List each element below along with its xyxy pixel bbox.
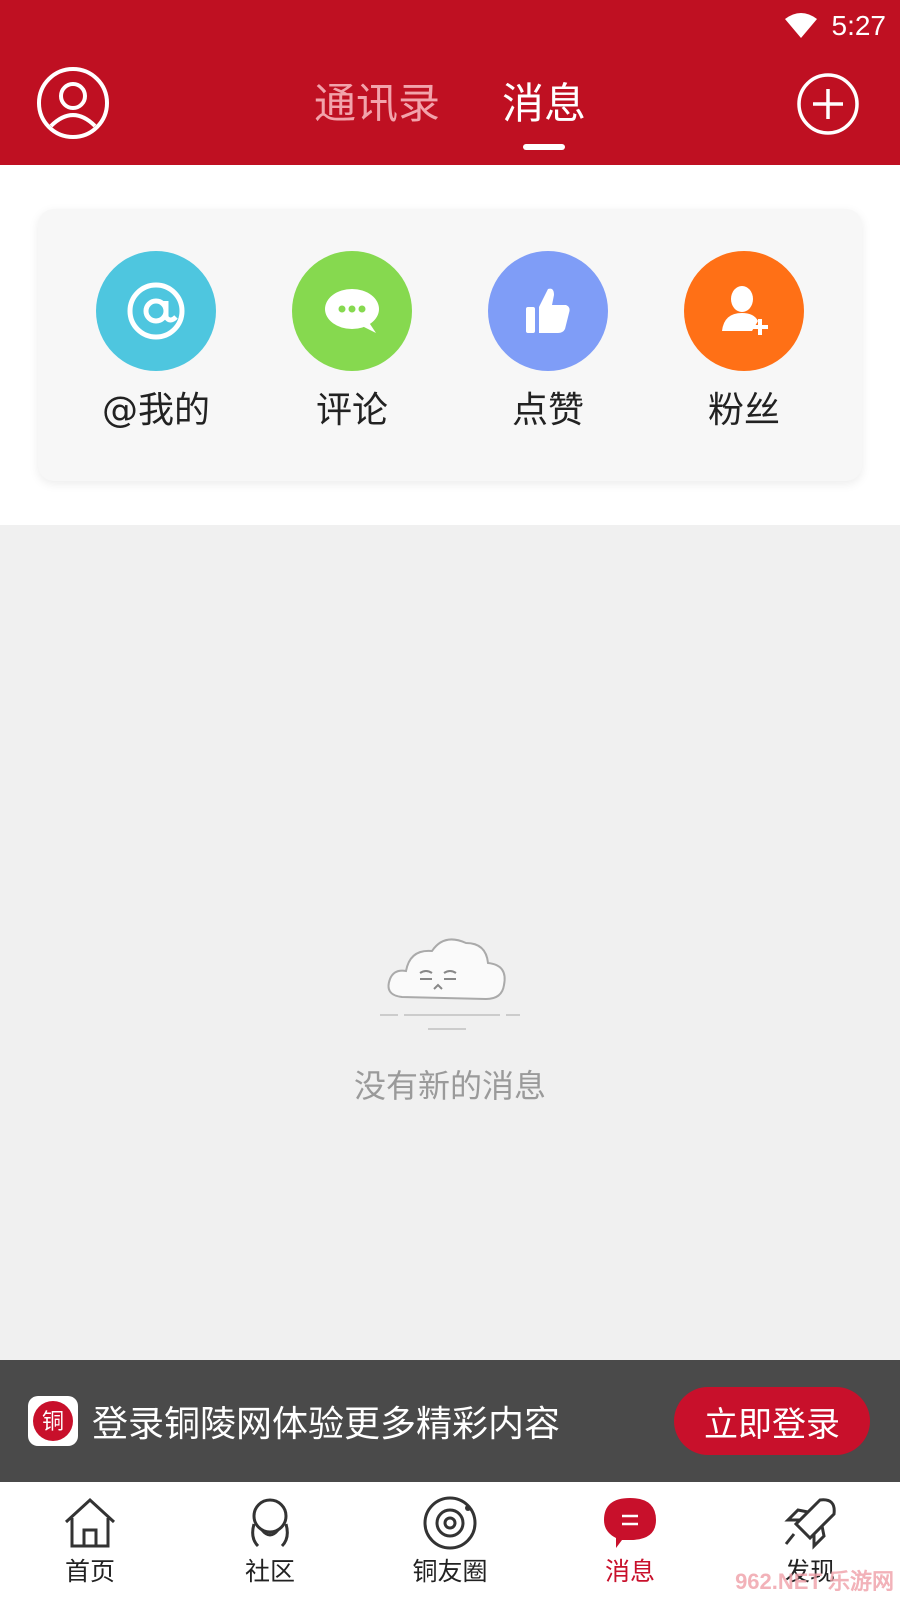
add-user-icon <box>684 251 804 371</box>
tab-messages[interactable]: 消息 <box>502 76 586 150</box>
nav-circle[interactable]: 铜友圈 <box>360 1482 540 1600</box>
circle-icon <box>418 1492 482 1554</box>
login-button-label: 立即登录 <box>704 1404 840 1445</box>
nav-home[interactable]: 首页 <box>0 1482 180 1600</box>
status-time: 5:27 <box>831 10 887 41</box>
status-bar: 5:27 <box>784 6 887 46</box>
shortcut-mentions[interactable]: @我的 <box>66 209 246 481</box>
nav-messages[interactable]: 消息 <box>540 1482 720 1600</box>
home-icon <box>58 1492 122 1554</box>
cloud-face-icon <box>380 938 520 1030</box>
shortcut-likes-label: 点赞 <box>511 390 584 431</box>
shortcut-mentions-label: @我的 <box>101 390 210 431</box>
shortcut-fans[interactable]: 粉丝 <box>654 209 834 481</box>
shortcut-comments-label: 评论 <box>315 390 388 431</box>
community-icon <box>238 1492 302 1554</box>
nav-home-label: 首页 <box>64 1557 115 1586</box>
top-header: 5:27 通讯录 消息 <box>0 0 900 165</box>
login-banner: 铜 登录铜陵网体验更多精彩内容 立即登录 <box>0 1360 900 1482</box>
plus-circle-icon <box>797 73 859 135</box>
thumbs-up-icon <box>488 251 608 371</box>
wifi-icon <box>784 13 817 38</box>
nav-messages-label: 消息 <box>604 1557 655 1586</box>
shortcut-section: @我的 评论 点赞 粉丝 <box>0 165 900 525</box>
at-icon <box>96 251 216 371</box>
empty-state: 没有新的消息 <box>0 925 900 1107</box>
shortcut-likes[interactable]: 点赞 <box>458 209 638 481</box>
rocket-icon <box>778 1492 842 1554</box>
nav-community[interactable]: 社区 <box>180 1482 360 1600</box>
nav-community-label: 社区 <box>244 1557 295 1586</box>
shortcut-fans-label: 粉丝 <box>707 390 780 431</box>
login-banner-text: 登录铜陵网体验更多精彩内容 <box>92 1404 561 1445</box>
tab-messages-label: 消息 <box>502 79 587 128</box>
login-button[interactable]: 立即登录 <box>674 1387 870 1455</box>
tab-contacts-label: 通讯录 <box>313 79 440 128</box>
shortcut-comments[interactable]: 评论 <box>262 209 442 481</box>
tab-contacts[interactable]: 通讯录 <box>314 76 440 150</box>
message-icon <box>598 1492 662 1554</box>
add-button[interactable] <box>796 72 860 136</box>
app-logo-char: 铜 <box>42 1410 64 1435</box>
tab-active-indicator <box>523 144 565 150</box>
empty-message: 没有新的消息 <box>353 1067 546 1105</box>
shortcut-card: @我的 评论 点赞 粉丝 <box>38 209 862 481</box>
watermark: 962.NET 乐游网 <box>735 1569 894 1594</box>
header-tabs: 通讯录 消息 <box>0 76 900 150</box>
nav-circle-label: 铜友圈 <box>412 1557 488 1586</box>
app-logo: 铜 <box>28 1396 78 1446</box>
comment-icon <box>292 251 412 371</box>
